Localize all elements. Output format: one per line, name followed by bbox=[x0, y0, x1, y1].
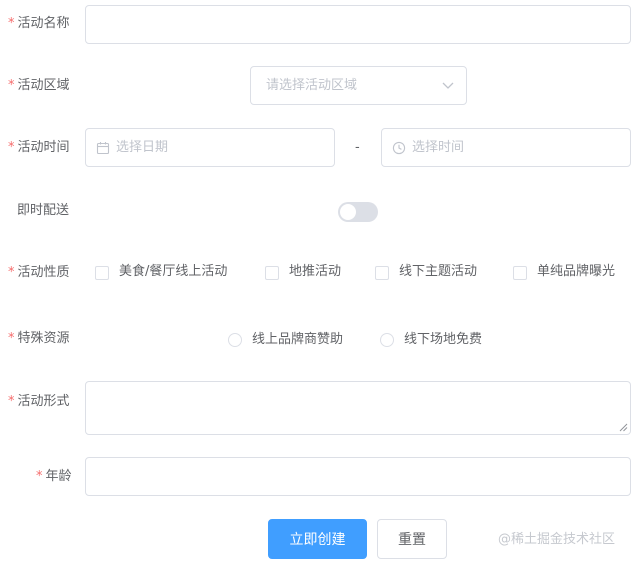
clock-icon bbox=[392, 141, 406, 155]
chevron-down-icon bbox=[442, 82, 454, 89]
date-picker[interactable]: 选择日期 bbox=[85, 128, 335, 167]
switch-knob bbox=[340, 204, 356, 220]
type-option-food[interactable]: 美食/餐厅线上活动 bbox=[119, 262, 227, 282]
required-mark: * bbox=[8, 265, 15, 280]
type-checkbox-promo[interactable] bbox=[265, 266, 279, 280]
resource-radio-sponsor[interactable] bbox=[228, 333, 242, 347]
resize-handle-icon[interactable] bbox=[619, 423, 628, 432]
region-label: * 活动区域 bbox=[8, 78, 70, 93]
type-label: * 活动性质 bbox=[8, 265, 70, 280]
type-option-offline[interactable]: 线下主题活动 bbox=[399, 262, 477, 282]
required-mark: * bbox=[8, 331, 15, 346]
form-label: * 活动形式 bbox=[8, 394, 70, 409]
required-mark: * bbox=[8, 394, 15, 409]
time-picker[interactable]: 选择时间 bbox=[381, 128, 631, 167]
type-checkbox-brand[interactable] bbox=[513, 266, 527, 280]
type-checkbox-food[interactable] bbox=[95, 266, 109, 280]
region-select[interactable]: 请选择活动区域 bbox=[250, 66, 467, 105]
resource-label: * 特殊资源 bbox=[8, 331, 70, 346]
required-mark: * bbox=[8, 78, 15, 93]
region-placeholder: 请选择活动区域 bbox=[266, 78, 358, 93]
create-button[interactable]: 立即创建 bbox=[268, 519, 367, 559]
age-label: * 年龄 bbox=[36, 469, 72, 484]
calendar-icon bbox=[96, 142, 110, 155]
date-placeholder: 选择日期 bbox=[116, 140, 169, 155]
age-input[interactable] bbox=[85, 457, 631, 496]
name-input[interactable] bbox=[85, 5, 631, 44]
type-option-promo[interactable]: 地推活动 bbox=[289, 262, 341, 282]
form-textarea[interactable] bbox=[85, 381, 631, 435]
type-checkbox-offline[interactable] bbox=[375, 266, 389, 280]
time-label: * 活动时间 bbox=[8, 140, 70, 155]
reset-button[interactable]: 重置 bbox=[377, 519, 447, 559]
required-mark: * bbox=[8, 140, 15, 155]
time-placeholder: 选择时间 bbox=[412, 140, 465, 155]
required-mark: * bbox=[36, 469, 43, 484]
resource-option-venue[interactable]: 线下场地免费 bbox=[404, 330, 482, 350]
required-mark: * bbox=[8, 16, 15, 31]
watermark: @稀土掘金技术社区 bbox=[498, 532, 616, 547]
resource-radio-venue[interactable] bbox=[380, 333, 394, 347]
time-separator: - bbox=[355, 140, 360, 155]
name-label: * 活动名称 bbox=[8, 16, 70, 31]
delivery-label: 即时配送 bbox=[17, 203, 70, 218]
resource-option-sponsor[interactable]: 线上品牌商赞助 bbox=[252, 330, 343, 350]
delivery-switch[interactable] bbox=[338, 202, 378, 222]
type-option-brand[interactable]: 单纯品牌曝光 bbox=[537, 262, 615, 282]
